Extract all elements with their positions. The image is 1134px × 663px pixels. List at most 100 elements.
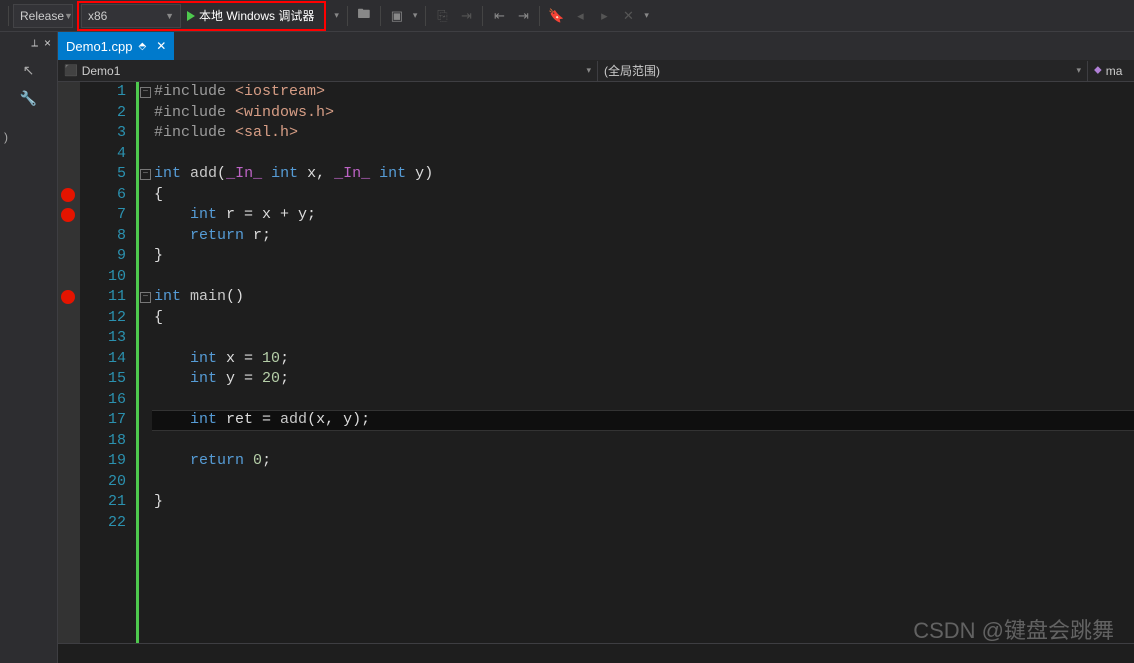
breakpoint-icon[interactable] [61, 188, 75, 202]
scope-dropdown[interactable]: (全局范围) ▾ [598, 61, 1088, 81]
breakpoint-slot[interactable] [58, 103, 80, 124]
breakpoint-slot[interactable] [58, 205, 80, 226]
breakpoint-slot[interactable] [58, 82, 80, 103]
code-line[interactable]: { [152, 308, 1134, 329]
code-line[interactable] [152, 328, 1134, 349]
line-number: 11 [80, 287, 126, 308]
image-icon[interactable]: ▣ [387, 6, 407, 26]
line-number: 21 [80, 492, 126, 513]
line-number: 2 [80, 103, 126, 124]
file-tab-bar: Demo1.cpp ⬘ ✕ [58, 32, 1134, 60]
code-line[interactable]: int ret = add(x, y); [152, 410, 1134, 431]
indent-icon[interactable]: ⇥ [456, 6, 476, 26]
breakpoint-slot[interactable] [58, 226, 80, 247]
code-line[interactable]: return 0; [152, 451, 1134, 472]
pointer-icon[interactable]: ↖ [17, 58, 41, 82]
breakpoint-slot[interactable] [58, 513, 80, 534]
debugger-label: 本地 Windows 调试器 [199, 7, 314, 24]
line-number: 7 [80, 205, 126, 226]
line-number: 1 [80, 82, 126, 103]
line-number: 10 [80, 267, 126, 288]
clear-bookmark-icon[interactable]: ✕ [618, 6, 638, 26]
code-line[interactable]: } [152, 246, 1134, 267]
pin-icon[interactable]: ⟂ [31, 38, 38, 49]
breakpoint-slot[interactable] [58, 164, 80, 185]
indent2-icon[interactable]: ⇥ [513, 6, 533, 26]
line-number: 4 [80, 144, 126, 165]
line-number: 19 [80, 451, 126, 472]
sidebar-search[interactable]: ) [4, 130, 8, 144]
code-line[interactable]: int r = x + y; [152, 205, 1134, 226]
code-line[interactable]: { [152, 185, 1134, 206]
breakpoint-margin[interactable] [58, 82, 80, 643]
breakpoint-slot[interactable] [58, 287, 80, 308]
separator [8, 6, 9, 26]
breakpoint-slot[interactable] [58, 451, 80, 472]
chevron-down-icon: ▼ [64, 11, 73, 21]
code-line[interactable] [152, 513, 1134, 534]
code-line[interactable] [152, 267, 1134, 288]
breakpoint-slot[interactable] [58, 328, 80, 349]
member-dropdown[interactable]: ⬥ ma [1088, 61, 1134, 81]
breakpoint-slot[interactable] [58, 185, 80, 206]
platform-dropdown[interactable]: x86 ▼ [81, 4, 181, 28]
platform-label: x86 [88, 9, 107, 23]
breakpoint-icon[interactable] [61, 208, 75, 222]
code-line[interactable]: #include <iostream> [152, 82, 1134, 103]
code-line[interactable]: int add(_In_ int x, _In_ int y) [152, 164, 1134, 185]
breakpoint-slot[interactable] [58, 349, 80, 370]
breakpoint-slot[interactable] [58, 472, 80, 493]
pin-icon[interactable]: ⬘ [138, 41, 146, 52]
next-bookmark-icon[interactable]: ▸ [594, 6, 614, 26]
start-debugger-button[interactable]: 本地 Windows 调试器 [181, 4, 320, 28]
highlighted-controls: x86 ▼ 本地 Windows 调试器 [77, 1, 326, 31]
outdent-icon[interactable]: ⇤ [489, 6, 509, 26]
scope-label: (全局范围) [604, 62, 660, 79]
line-number: 9 [80, 246, 126, 267]
breakpoint-slot[interactable] [58, 144, 80, 165]
separator [425, 6, 426, 26]
code-line[interactable]: #include <sal.h> [152, 123, 1134, 144]
code-line[interactable]: int y = 20; [152, 369, 1134, 390]
solution-config-dropdown[interactable]: Release ▼ [13, 4, 73, 28]
code-editor[interactable]: 12345678910111213141516171819202122 −−− … [58, 82, 1134, 643]
wrench-icon[interactable]: 🔧 [17, 86, 41, 110]
code-line[interactable] [152, 431, 1134, 452]
chevron-down-icon[interactable]: ▾ [644, 10, 649, 21]
breakpoint-slot[interactable] [58, 308, 80, 329]
breakpoint-slot[interactable] [58, 492, 80, 513]
code-line[interactable] [152, 472, 1134, 493]
fold-toggle-icon[interactable]: − [140, 169, 151, 180]
close-icon[interactable]: ✕ [156, 39, 166, 53]
code-line[interactable]: int main() [152, 287, 1134, 308]
breakpoint-slot[interactable] [58, 267, 80, 288]
copy-icon[interactable]: ⎘ [432, 6, 452, 26]
fold-margin[interactable]: − − − [136, 82, 152, 643]
bookmark-icon[interactable]: 🔖 [546, 6, 566, 26]
close-icon[interactable]: × [44, 36, 51, 50]
code-line[interactable] [152, 390, 1134, 411]
project-dropdown[interactable]: ⬛ Demo1 ▾ [58, 61, 598, 81]
left-sidebar: ⟂ × ↖ 🔧 ) [0, 32, 58, 663]
code-line[interactable]: } [152, 492, 1134, 513]
prev-bookmark-icon[interactable]: ◂ [570, 6, 590, 26]
breakpoint-slot[interactable] [58, 246, 80, 267]
chevron-down-icon[interactable]: ▾ [334, 10, 339, 21]
file-icon[interactable]: 🖿 [354, 6, 374, 26]
breakpoint-slot[interactable] [58, 123, 80, 144]
breakpoint-slot[interactable] [58, 369, 80, 390]
file-tab-demo1[interactable]: Demo1.cpp ⬘ ✕ [58, 32, 174, 60]
code-area[interactable]: #include <iostream>#include <windows.h>#… [152, 82, 1134, 643]
code-line[interactable]: int x = 10; [152, 349, 1134, 370]
code-line[interactable] [152, 144, 1134, 165]
breakpoint-slot[interactable] [58, 390, 80, 411]
breakpoint-slot[interactable] [58, 410, 80, 431]
code-line[interactable]: #include <windows.h> [152, 103, 1134, 124]
fold-toggle-icon[interactable]: − [140, 87, 151, 98]
breakpoint-slot[interactable] [58, 431, 80, 452]
chevron-down-icon[interactable]: ▾ [413, 10, 418, 21]
breakpoint-icon[interactable] [61, 290, 75, 304]
fold-toggle-icon[interactable]: − [140, 292, 151, 303]
code-line[interactable]: return r; [152, 226, 1134, 247]
solution-config-label: Release [20, 9, 64, 23]
